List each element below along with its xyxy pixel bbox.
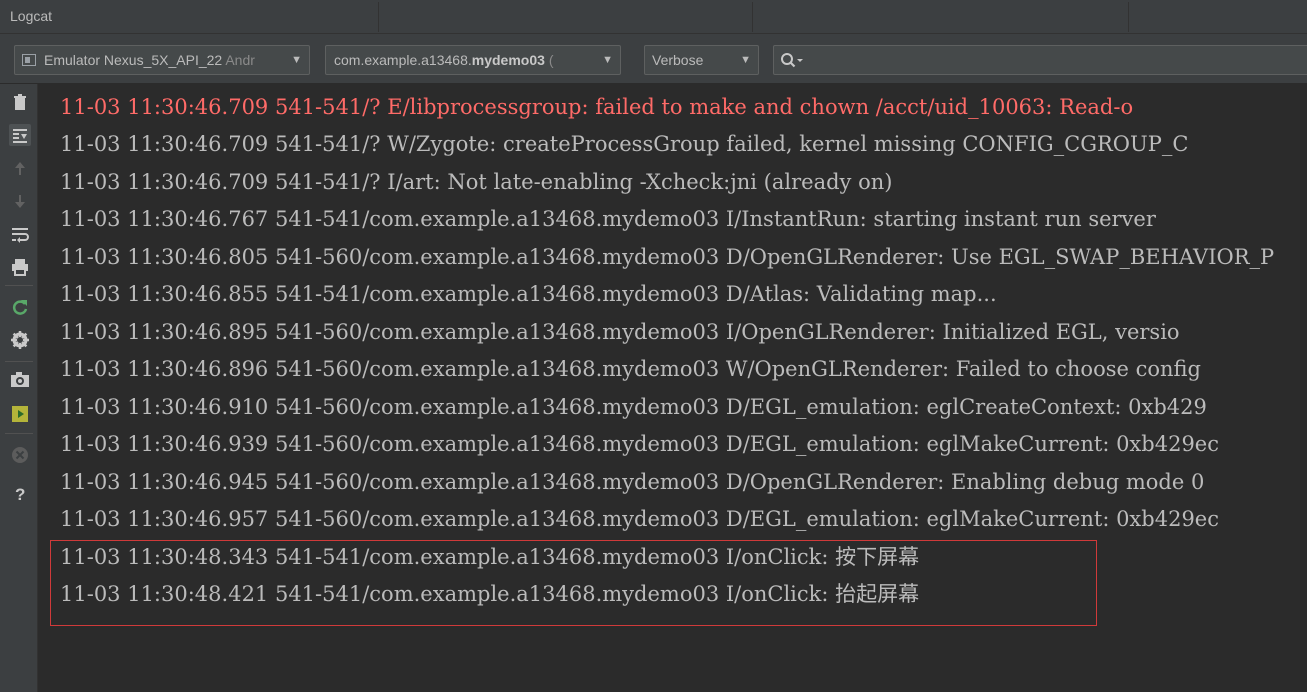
process-selector[interactable]: com.example.a13468.mydemo03 ( ▼ bbox=[325, 45, 621, 75]
sidebar-divider bbox=[5, 433, 33, 434]
sidebar-divider bbox=[5, 361, 33, 362]
log-line: 11-03 11:30:46.939 541-560/com.example.a… bbox=[60, 432, 1219, 456]
help-button[interactable]: ? bbox=[9, 485, 31, 507]
device-selector[interactable]: Emulator Nexus_5X_API_22 Andr ▼ bbox=[14, 45, 310, 75]
window-title: Logcat bbox=[10, 8, 53, 24]
log-line: 11-03 11:30:46.957 541-560/com.example.a… bbox=[60, 507, 1219, 531]
print-icon bbox=[12, 259, 28, 276]
log-level-value: Verbose bbox=[652, 52, 704, 68]
log-line: 11-03 11:30:46.805 541-560/com.example.a… bbox=[60, 245, 1275, 269]
device-icon bbox=[22, 54, 36, 66]
log-line: 11-03 11:30:46.709 541-541/? E/libproces… bbox=[60, 95, 1134, 119]
process-prefix: com.example.a13468. bbox=[334, 52, 472, 68]
camera-icon bbox=[11, 372, 29, 387]
device-label-suffix: Andr bbox=[225, 52, 255, 68]
restart-button[interactable] bbox=[9, 296, 31, 318]
chevron-down-icon: ▼ bbox=[602, 54, 613, 66]
sidebar-divider bbox=[5, 285, 33, 286]
settings-button[interactable] bbox=[9, 329, 31, 351]
search-input[interactable] bbox=[773, 45, 1307, 75]
highlight-box bbox=[50, 540, 1097, 626]
log-line: 11-03 11:30:46.709 541-541/? W/Zygote: c… bbox=[60, 132, 1189, 156]
logcat-output[interactable]: 11-03 11:30:46.709 541-541/? E/libproces… bbox=[40, 84, 1307, 692]
screen-record-icon bbox=[12, 406, 28, 422]
clear-logcat-button[interactable] bbox=[9, 92, 31, 114]
close-icon bbox=[12, 447, 28, 463]
soft-wrap-icon bbox=[12, 228, 29, 243]
trash-icon bbox=[14, 94, 26, 110]
logcat-title-bar: Logcat bbox=[0, 0, 1307, 34]
search-icon bbox=[781, 53, 803, 68]
log-level-selector[interactable]: Verbose ▼ bbox=[644, 45, 759, 75]
down-button[interactable] bbox=[9, 190, 31, 212]
device-label: Emulator Nexus_5X_API_22 bbox=[44, 52, 223, 68]
logcat-toolbar: Emulator Nexus_5X_API_22 Andr ▼ com.exam… bbox=[0, 34, 1307, 84]
log-line: 11-03 11:30:46.896 541-560/com.example.a… bbox=[60, 357, 1201, 381]
close-button[interactable] bbox=[9, 444, 31, 466]
screenshot-button[interactable] bbox=[9, 369, 31, 391]
log-line: 11-03 11:30:46.945 541-560/com.example.a… bbox=[60, 470, 1205, 494]
title-divider bbox=[378, 2, 379, 32]
chevron-down-icon: ▼ bbox=[291, 54, 302, 66]
help-icon: ? bbox=[15, 485, 26, 504]
restart-icon bbox=[12, 300, 28, 315]
chevron-down-icon: ▼ bbox=[740, 54, 751, 66]
scroll-to-end-button[interactable] bbox=[9, 124, 31, 146]
up-arrow-icon bbox=[15, 162, 25, 175]
print-button[interactable] bbox=[9, 256, 31, 278]
log-line: 11-03 11:30:46.709 541-541/? I/art: Not … bbox=[60, 170, 893, 194]
process-name: mydemo03 bbox=[471, 52, 545, 68]
log-line: 11-03 11:30:46.855 541-541/com.example.a… bbox=[60, 282, 997, 306]
process-suffix: ( bbox=[548, 52, 554, 68]
log-line: 11-03 11:30:46.910 541-560/com.example.a… bbox=[60, 395, 1207, 419]
log-line: 11-03 11:30:46.767 541-541/com.example.a… bbox=[60, 207, 1156, 231]
scroll-to-end-icon bbox=[13, 129, 27, 143]
gear-icon bbox=[11, 331, 29, 349]
title-divider bbox=[1128, 2, 1129, 32]
logcat-sidebar: ? bbox=[0, 84, 38, 692]
screen-record-button[interactable] bbox=[9, 403, 31, 425]
up-button[interactable] bbox=[9, 158, 31, 180]
down-arrow-icon bbox=[15, 195, 25, 208]
soft-wrap-button[interactable] bbox=[9, 223, 31, 245]
title-divider bbox=[752, 2, 753, 32]
log-line: 11-03 11:30:46.895 541-560/com.example.a… bbox=[60, 320, 1180, 344]
